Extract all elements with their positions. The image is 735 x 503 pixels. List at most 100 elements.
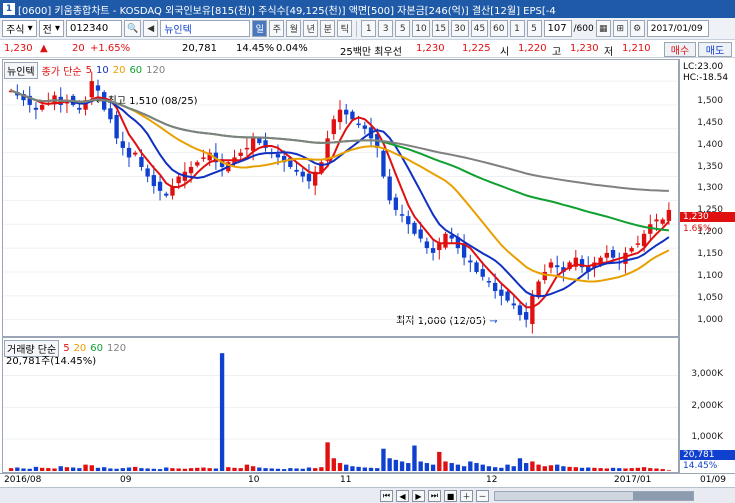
candle-body: [660, 219, 665, 224]
volume-bar: [83, 464, 88, 471]
volume-bar: [52, 468, 57, 471]
volume-bar: [21, 468, 26, 471]
date-tick: 12: [486, 475, 498, 485]
volume-bar: [182, 468, 188, 471]
candle-body: [474, 262, 479, 272]
scroll-thumb[interactable]: [633, 492, 693, 500]
candle-body: [77, 107, 82, 110]
volume-bar: [468, 461, 473, 471]
volume-bar: [114, 468, 119, 471]
candle-body: [505, 291, 510, 301]
candle-body: [406, 216, 411, 225]
candle-body: [257, 138, 262, 144]
volume-bar: [89, 465, 94, 471]
zoom-in-icon[interactable]: ＋: [460, 490, 473, 502]
volume-bar: [362, 467, 367, 471]
candle-body: [536, 281, 541, 298]
volume-bar: [8, 468, 14, 471]
candle-body: [517, 305, 523, 315]
candle-body: [523, 312, 529, 320]
candle-body: [250, 138, 256, 151]
volume-bar: [492, 467, 498, 471]
volume-bar: [592, 467, 597, 471]
volume-bar: [430, 464, 436, 471]
volume-bar: [567, 466, 572, 471]
candle-body: [108, 108, 113, 120]
candle-body: [120, 141, 125, 148]
volume-bar: [46, 468, 51, 471]
volume-bar: [412, 445, 417, 471]
stop-icon[interactable]: ■: [444, 490, 457, 502]
volume-bar: [226, 467, 231, 471]
volume-bar: [443, 461, 448, 471]
volume-bar: [617, 468, 622, 471]
volume-bar: [511, 466, 516, 471]
volume-bar: [635, 467, 641, 471]
volume-bar: [356, 466, 361, 471]
candle-body: [95, 85, 101, 91]
candle-body: [126, 147, 132, 158]
volume-bar: [33, 466, 39, 471]
volume-bar: [331, 458, 336, 471]
volume-bar: [170, 468, 175, 471]
volume-bar: [449, 463, 454, 471]
scroll-track[interactable]: [494, 491, 694, 501]
scroll-first-icon[interactable]: ⏮: [380, 490, 393, 502]
volume-bar: [586, 467, 591, 471]
candle-body: [244, 147, 250, 150]
scroll-next-icon[interactable]: ▶: [412, 490, 425, 502]
scroll-last-icon[interactable]: ⏭: [428, 490, 441, 502]
date-tick: 11: [340, 475, 352, 485]
candle-body: [499, 289, 504, 296]
candle-body: [201, 157, 206, 159]
volume-bar: [573, 467, 578, 471]
candle-body: [548, 262, 554, 268]
volume-bar: [542, 466, 547, 471]
scroll-prev-icon[interactable]: ◀: [396, 490, 409, 502]
volume-bar: [598, 468, 603, 471]
candle-body: [623, 252, 628, 264]
volume-bar: [201, 467, 206, 471]
volume-bar: [641, 467, 647, 471]
volume-bar: [424, 463, 430, 471]
volume-bar: [623, 468, 628, 471]
candle-body: [294, 169, 299, 172]
volume-bar: [188, 468, 194, 471]
candle-body: [337, 109, 343, 123]
volume-bar: [517, 458, 523, 471]
candle-body: [89, 81, 94, 98]
volume-bar: [164, 467, 169, 471]
candle-body: [362, 125, 367, 129]
volume-bar: [207, 468, 212, 471]
date-tick: 09: [120, 475, 132, 485]
volume-bar: [579, 467, 585, 471]
volume-bar: [195, 467, 200, 471]
volume-bar: [126, 467, 132, 471]
volume-bar: [325, 442, 330, 471]
volume-bar: [536, 464, 541, 471]
zoom-out-icon[interactable]: －: [476, 490, 489, 502]
volume-bar: [381, 448, 386, 471]
volume-bar: [461, 466, 467, 471]
volume-bar: [406, 463, 411, 471]
volume-bar: [219, 353, 225, 471]
volume-bar: [561, 466, 566, 471]
volume-bar: [64, 467, 70, 471]
volume-bar: [319, 467, 324, 471]
candle-body: [604, 252, 610, 258]
chart-scrollbar[interactable]: ⏮ ◀ ▶ ⏭ ■ ＋ －: [0, 487, 735, 503]
candle-body: [356, 123, 361, 126]
volume-bar: [15, 467, 20, 471]
candle-body: [33, 107, 39, 110]
volume-bar: [604, 468, 610, 471]
candle-body: [164, 193, 169, 196]
candle-body: [238, 152, 243, 157]
date-axis: 2016/08 09 10 11 12 2017/01 01/09: [0, 473, 735, 487]
candle-body: [555, 265, 560, 268]
candle-body: [468, 260, 473, 263]
volume-bar: [337, 463, 343, 471]
date-tick: 2017/01: [614, 475, 652, 485]
volume-bar: [58, 466, 63, 471]
candle-body: [629, 248, 634, 252]
volume-bar: [480, 464, 485, 471]
